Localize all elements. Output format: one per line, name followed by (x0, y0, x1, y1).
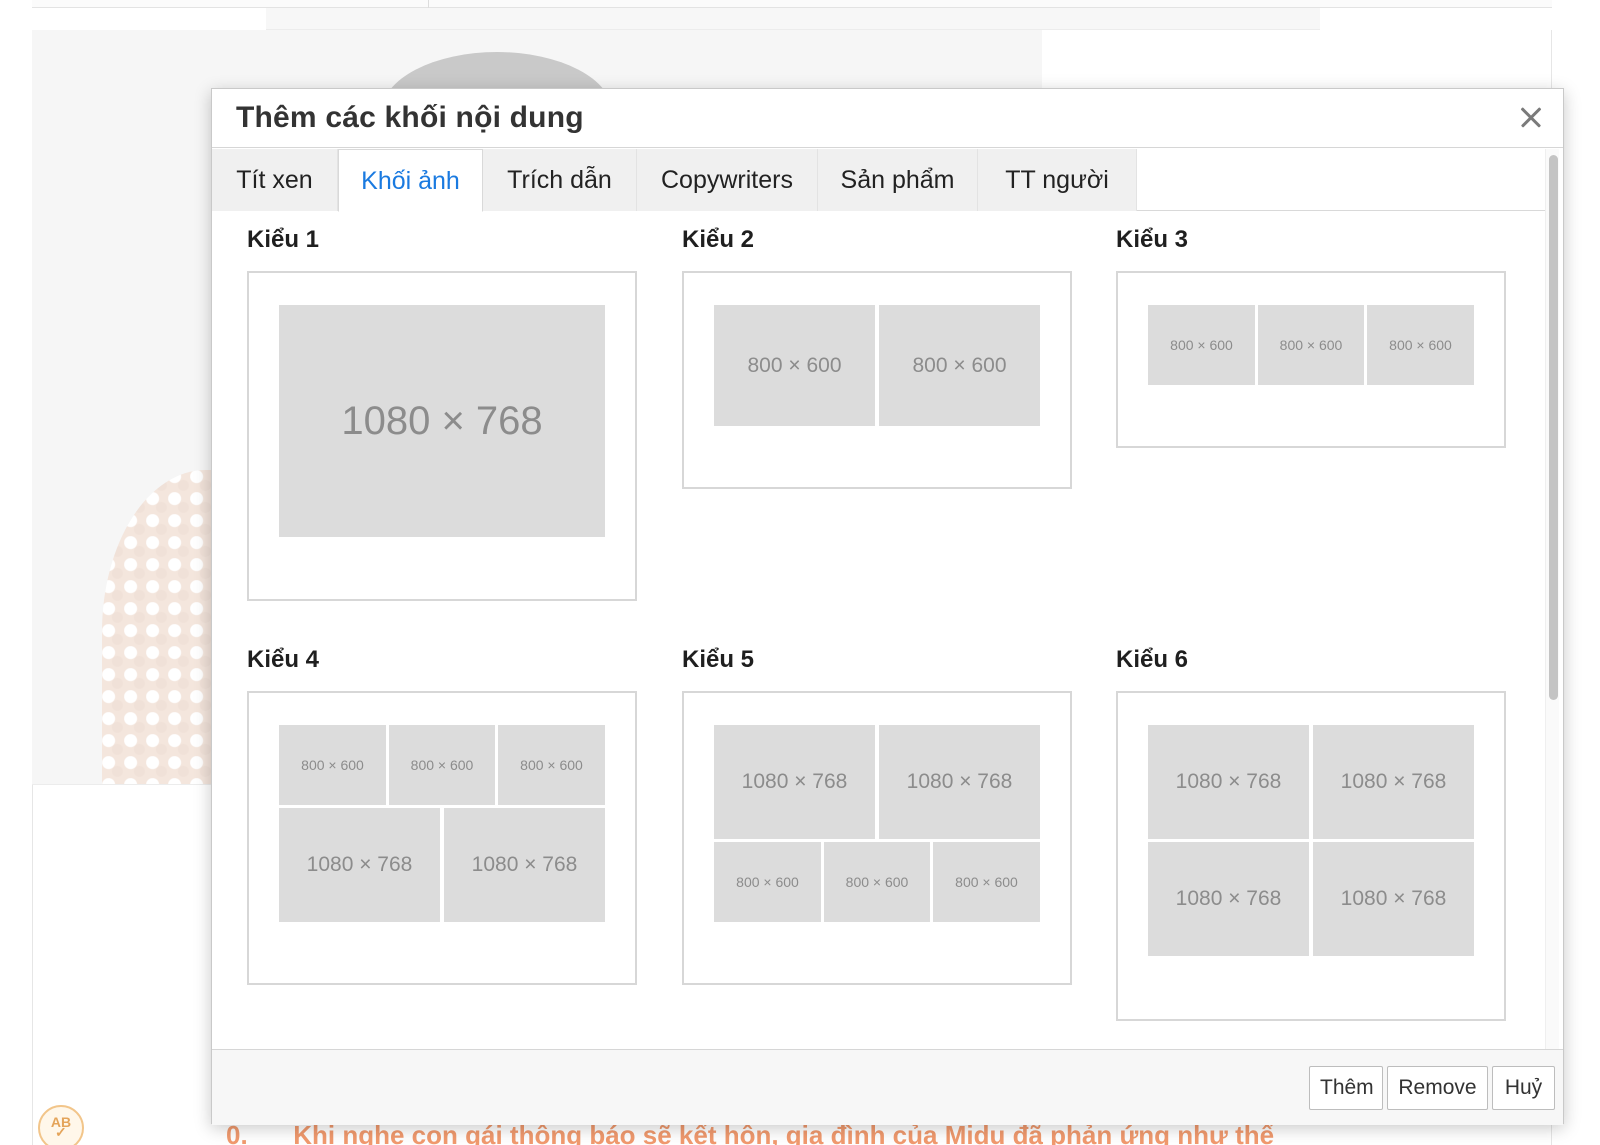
editor-toolbar (32, 0, 1552, 8)
image-placeholder: 1080 × 768 (279, 305, 605, 537)
tab-san-pham[interactable]: Sản phẩm (818, 149, 978, 211)
image-placeholder: 1080 × 768 (714, 725, 875, 839)
style-6-title: Kiểu 6 (1116, 646, 1189, 673)
image-placeholder: 800 × 600 (498, 725, 605, 805)
cancel-button[interactable]: Huỷ (1492, 1066, 1555, 1110)
image-placeholder: 800 × 600 (1367, 305, 1474, 385)
tab-khoi-anh[interactable]: Khối ảnh (338, 149, 483, 212)
check-icon: ✓ (55, 1124, 67, 1140)
tab-bar: Tít xen Khối ảnh Trích dẫn Copywriters S… (212, 149, 1547, 212)
image-placeholder: 800 × 600 (389, 725, 495, 805)
tab-trich-dan[interactable]: Trích dẫn (483, 149, 637, 211)
spellcheck-icon[interactable]: AB ✓ (38, 1105, 84, 1145)
style-2-title: Kiểu 2 (682, 226, 755, 253)
image-placeholder: 800 × 600 (1148, 305, 1255, 385)
add-content-blocks-dialog: Thêm các khối nội dung Tít xen Khối ảnh … (211, 88, 1564, 1125)
style-5-card[interactable]: 1080 × 768 1080 × 768 800 × 600 800 × 60… (682, 691, 1072, 985)
image-placeholder: 800 × 600 (879, 305, 1040, 426)
image-placeholder: 800 × 600 (714, 842, 821, 922)
image-placeholder: 1080 × 768 (1313, 842, 1474, 956)
tab-copywriters[interactable]: Copywriters (637, 149, 818, 211)
image-placeholder: 800 × 600 (933, 842, 1040, 922)
dialog-body: Tít xen Khối ảnh Trích dẫn Copywriters S… (212, 149, 1547, 1049)
style-2-card[interactable]: 800 × 600 800 × 600 (682, 271, 1072, 489)
style-4-title: Kiểu 4 (247, 646, 320, 673)
dialog-title: Thêm các khối nội dung (236, 101, 584, 134)
editor-strip (266, 8, 1320, 30)
dialog-header: Thêm các khối nội dung (212, 89, 1563, 148)
remove-button[interactable]: Remove (1387, 1066, 1488, 1110)
tab-tit-xen[interactable]: Tít xen (212, 149, 338, 211)
close-icon[interactable] (1513, 99, 1549, 135)
style-5-title: Kiểu 5 (682, 646, 755, 673)
style-3-title: Kiểu 3 (1116, 226, 1189, 253)
style-1-title: Kiểu 1 (247, 226, 320, 253)
style-3-card[interactable]: 800 × 600 800 × 600 800 × 600 (1116, 271, 1506, 448)
style-6-card[interactable]: 1080 × 768 1080 × 768 1080 × 768 1080 × … (1116, 691, 1506, 1021)
image-placeholder: 1080 × 768 (1148, 725, 1309, 839)
style-1-card[interactable]: 1080 × 768 (247, 271, 637, 601)
image-placeholder: 800 × 600 (1258, 305, 1364, 385)
image-placeholder: 1080 × 768 (279, 808, 440, 922)
style-4-card[interactable]: 800 × 600 800 × 600 800 × 600 1080 × 768… (247, 691, 637, 985)
image-placeholder: 1080 × 768 (1313, 725, 1474, 839)
toolbar-separator (428, 0, 429, 8)
dialog-footer: Thêm Remove Huỷ (212, 1049, 1563, 1125)
image-placeholder: 800 × 600 (714, 305, 875, 426)
scrollbar-thumb[interactable] (1549, 155, 1558, 700)
image-placeholder: 1080 × 768 (444, 808, 605, 922)
image-placeholder: 1080 × 768 (1148, 842, 1309, 956)
add-button[interactable]: Thêm (1309, 1066, 1383, 1110)
dialog-scrollbar[interactable] (1545, 149, 1559, 1049)
image-placeholder: 800 × 600 (279, 725, 386, 805)
tab-tt-nguoi[interactable]: TT người (978, 149, 1137, 211)
image-placeholder: 1080 × 768 (879, 725, 1040, 839)
image-placeholder: 800 × 600 (824, 842, 930, 922)
